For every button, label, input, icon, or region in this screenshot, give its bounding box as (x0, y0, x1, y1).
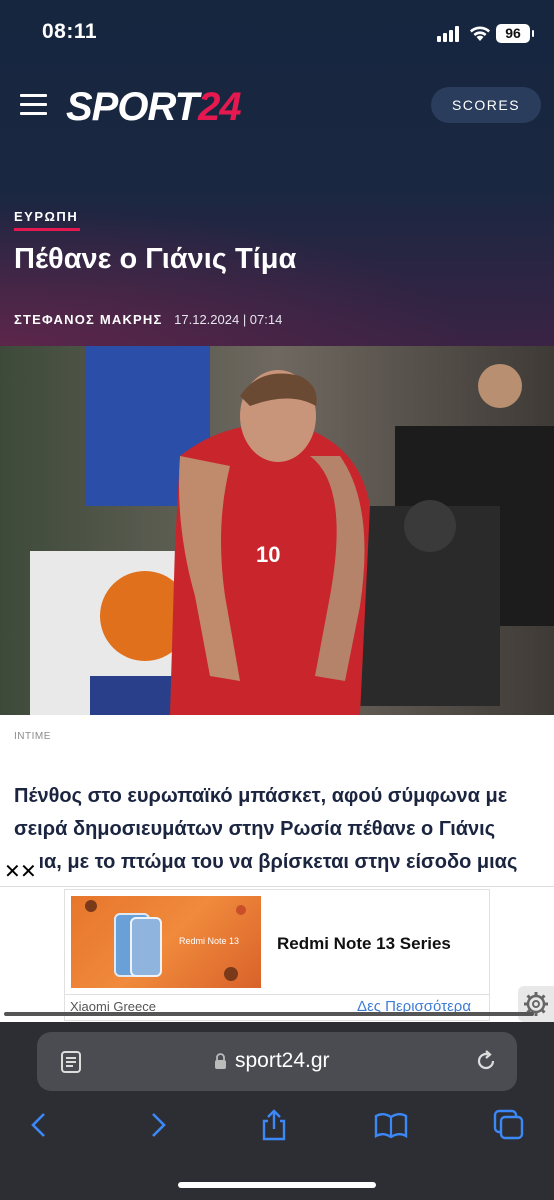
home-indicator (178, 1182, 376, 1188)
ad-content[interactable]: Redmi Note 13 Redmi Note 13 Series (64, 889, 490, 995)
article-body-line: Πένθος στο ευρωπαϊκό μπάσκετ, αφού σύμφω… (14, 785, 508, 807)
site-navbar: SPORT24 SCORES (0, 70, 554, 140)
photo-credit: INTIME (14, 731, 51, 742)
article-body: Πένθος στο ευρωπαϊκό μπάσκετ, αφού σύμφω… (14, 780, 544, 879)
article-date: 17.12.2024 | 07:14 (174, 312, 283, 327)
article-body-line: σειρά δημοσιευμάτων στην Ρωσία πέθανε ο … (14, 818, 496, 840)
browser-toolbar: sport24.gr (0, 1022, 554, 1200)
ad-settings-button[interactable] (518, 986, 554, 1022)
bookmarks-icon[interactable] (374, 1108, 408, 1142)
article-photo: 10 (0, 346, 554, 715)
ad-image[interactable]: Redmi Note 13 (71, 896, 261, 988)
cellular-signal-icon (437, 26, 463, 42)
status-bar: 08:11 96 (0, 0, 554, 64)
battery-icon: 96 (496, 24, 534, 43)
status-time: 08:11 (42, 20, 98, 43)
article-body-line: Τίμα, με το πτώμα του να βρίσκεται στην … (14, 851, 518, 873)
wifi-icon (470, 26, 490, 41)
reload-icon[interactable] (474, 1049, 498, 1073)
forward-icon[interactable] (141, 1108, 175, 1142)
lock-icon (215, 1053, 226, 1069)
logo-text: SPORT (66, 85, 199, 129)
back-icon[interactable] (22, 1108, 56, 1142)
site-logo[interactable]: SPORT24 (66, 85, 242, 130)
ad-image-text: Redmi Note 13 (179, 936, 239, 946)
article-byline: ΣΤΕΦΑΝΟΣ ΜΑΚΡΗΣ 17.12.2024 | 07:14 (14, 312, 282, 327)
tabs-icon[interactable] (492, 1108, 526, 1142)
ad-title[interactable]: Redmi Note 13 Series (277, 934, 451, 954)
ad-banner[interactable]: Redmi Note 13 Redmi Note 13 Series Xiaom… (0, 886, 554, 1022)
close-icon: ✕ (20, 861, 37, 883)
ad-close-button[interactable]: ✕ ✕ (0, 852, 40, 888)
reader-mode-icon[interactable] (60, 1050, 82, 1074)
scrollbar[interactable] (4, 1012, 534, 1016)
category-underline (14, 228, 80, 231)
jersey-number: 10 (256, 542, 280, 567)
article-category[interactable]: ΕΥΡΩΠΗ (14, 209, 78, 224)
browser-nav-bar (0, 1108, 554, 1148)
share-icon[interactable] (257, 1108, 291, 1142)
gear-icon (524, 992, 548, 1016)
article-author[interactable]: ΣΤΕΦΑΝΟΣ ΜΑΚΡΗΣ (14, 312, 163, 327)
address-bar[interactable]: sport24.gr (37, 1032, 517, 1091)
ad-footer: Xiaomi Greece Δες Περισσότερα (64, 995, 490, 1021)
close-icon: ✕ (4, 861, 21, 883)
logo-accent: 24 (198, 85, 241, 129)
menu-icon[interactable] (20, 94, 47, 116)
scores-button[interactable]: SCORES (431, 87, 541, 123)
article-title: Πέθανε ο Γιάνις Τίμα (14, 243, 297, 275)
url-text[interactable]: sport24.gr (235, 1049, 330, 1073)
